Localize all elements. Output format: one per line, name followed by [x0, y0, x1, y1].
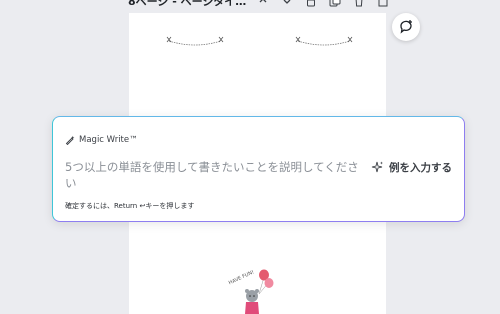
insert-example-button[interactable]: 例を入力する — [371, 160, 452, 175]
magic-write-header: Magic Write™ — [65, 135, 138, 145]
page-title[interactable]: 8ページ - ページタイ… — [128, 0, 246, 9]
magic-write-panel: Magic Write™ 5つ以上の単語を使用して書きたいことを説明してください… — [52, 116, 465, 222]
add-page-icon[interactable] — [376, 0, 390, 8]
magic-write-title: Magic Write™ — [79, 135, 138, 145]
garland-decoration — [295, 36, 353, 46]
chevron-up-icon[interactable] — [256, 0, 270, 8]
chevron-down-icon[interactable] — [280, 0, 294, 8]
page-toolbar: 8ページ - ページタイ… — [128, 0, 398, 8]
garland-decoration — [166, 36, 224, 46]
magic-pen-icon — [65, 135, 75, 145]
submit-hint: 確定するには、Return ↩キーを押します — [65, 202, 195, 210]
add-comment-button[interactable] — [392, 13, 420, 41]
insert-example-label: 例を入力する — [389, 162, 452, 174]
svg-text:HAVE FUN!: HAVE FUN! — [228, 269, 255, 286]
magic-write-input[interactable]: 5つ以上の単語を使用して書きたいことを説明してください — [65, 159, 365, 191]
duplicate-icon[interactable] — [328, 0, 342, 8]
comment-icon — [400, 20, 412, 34]
bear-balloon-illustration: HAVE FUN! — [228, 269, 274, 314]
delete-icon[interactable] — [352, 0, 366, 8]
sparkle-icon — [371, 161, 383, 173]
lock-icon[interactable] — [304, 0, 318, 8]
